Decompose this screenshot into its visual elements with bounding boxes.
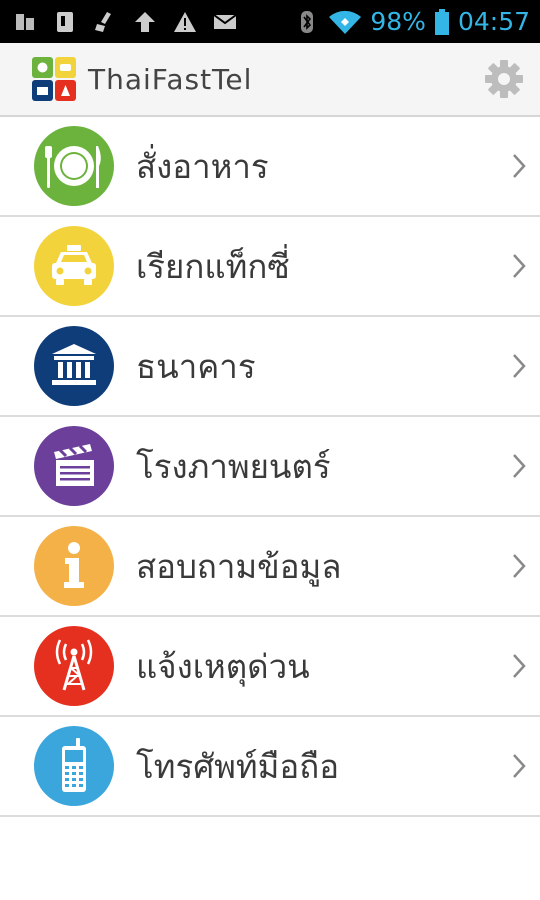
menu-label: สั่งอาหาร [136,146,269,186]
menu-label: ธนาคาร [136,346,256,386]
plate-icon [34,126,114,206]
chevron-right-icon [513,554,526,578]
sim-card-icon [12,9,38,35]
gear-icon[interactable] [484,59,524,99]
warning-icon [172,9,198,35]
phone-icon [52,9,78,35]
status-bar: 98% 04:57 [0,0,540,43]
bluetooth-icon [294,9,320,35]
chevron-right-icon [513,154,526,178]
broom-icon [92,9,118,35]
bank-icon [34,326,114,406]
chevron-right-icon [513,654,526,678]
menu-item-food[interactable]: สั่งอาหาร [0,117,540,217]
info-icon [34,526,114,606]
clapperboard-icon [34,426,114,506]
chevron-right-icon [513,254,526,278]
menu-label: แจ้งเหตุด่วน [136,646,310,686]
action-bar: ThaiFastTel [0,43,540,117]
app-title: ThaiFastTel [88,62,253,96]
menu-label: โทรศัพท์มือถือ [136,746,340,786]
menu-label: โรงภาพยนตร์ [136,446,331,486]
chevron-right-icon [513,354,526,378]
wifi-icon [328,9,362,35]
menu-label: เรียกแท็กซี่ [136,246,290,286]
menu-list: สั่งอาหาร เรียกแท็กซี่ ธนาคาร โรงภาพยนตร… [0,117,540,817]
mail-icon [212,9,238,35]
chevron-right-icon [513,454,526,478]
battery-icon [434,8,450,35]
menu-label: สอบถามข้อมูล [136,546,342,586]
menu-item-taxi[interactable]: เรียกแท็กซี่ [0,217,540,317]
chevron-right-icon [513,754,526,778]
upload-icon [132,9,158,35]
clock: 04:57 [457,7,530,36]
radio-tower-icon [34,626,114,706]
menu-item-bank[interactable]: ธนาคาร [0,317,540,417]
app-logo-icon [32,57,76,101]
battery-percent: 98% [370,7,426,36]
taxi-icon [34,226,114,306]
menu-item-info[interactable]: สอบถามข้อมูล [0,517,540,617]
menu-item-cinema[interactable]: โรงภาพยนตร์ [0,417,540,517]
menu-item-emergency[interactable]: แจ้งเหตุด่วน [0,617,540,717]
menu-item-mobile[interactable]: โทรศัพท์มือถือ [0,717,540,817]
mobile-phone-icon [34,726,114,806]
